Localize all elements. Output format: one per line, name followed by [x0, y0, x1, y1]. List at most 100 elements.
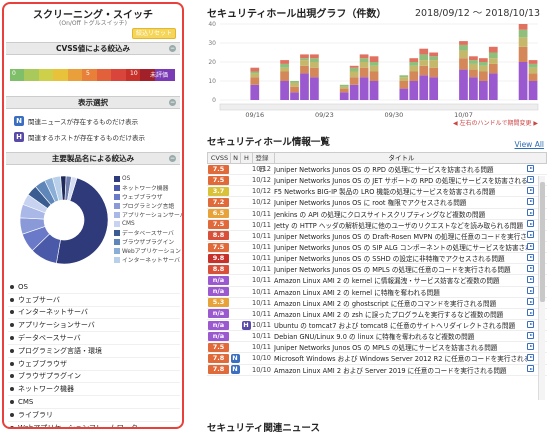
legend-item[interactable]: データベースサーバ [114, 228, 182, 237]
collapse-icon[interactable]: − [169, 45, 176, 52]
open-detail-icon[interactable] [527, 342, 534, 350]
category-item[interactable]: OS [8, 281, 180, 294]
table-row[interactable]: 6.5 10/11 Jenkins の API の処理にクロスサイトスクリプティング… [207, 209, 547, 220]
row-title[interactable]: Jetty の HTTP ヘッダの解析処理に他のユーザのリクエストなどを読み取ら… [274, 220, 527, 230]
table-row[interactable]: n/a 10/11 Amazon Linux AMI 2 の kernel に特権を… [207, 287, 547, 298]
table-row[interactable]: 8.8 10/11 Juniper Networks Junos OS の MPLS… [207, 264, 547, 276]
row-title[interactable]: Amazon Linux AMI 2 および Server 2019 に任意のコ… [274, 365, 527, 375]
open-detail-icon[interactable] [527, 353, 534, 361]
table-row[interactable]: 7.5 10/12 Juniper Networks Junos OS の JET … [207, 175, 547, 187]
open-detail-icon[interactable] [527, 231, 534, 239]
product-filter-header[interactable]: 主要製品名による絞込み − [6, 152, 180, 165]
row-title[interactable]: Juniper Networks Junos OS に root 権限でアクセス… [274, 197, 527, 207]
open-detail-icon[interactable] [527, 298, 534, 306]
range-navigator[interactable] [219, 103, 539, 111]
row-title[interactable]: Juniper Networks Junos OS の MPLS の処理に任意の… [274, 264, 527, 274]
category-item[interactable]: ライブラリ [8, 409, 180, 422]
legend-item[interactable]: ネットワーク機器 [114, 183, 182, 192]
category-item[interactable]: Webアプリケーションフレームワーク [8, 422, 180, 427]
table-row[interactable]: 5.3 10/11 Amazon Linux AMI 2 の ghostscript… [207, 298, 547, 309]
open-detail-icon[interactable] [527, 220, 534, 228]
open-detail-icon[interactable] [527, 175, 534, 183]
table-row[interactable]: n/a 10/11 Debian GNU/Linux 9.0 の linux に特権… [207, 331, 547, 343]
display-select-header[interactable]: 表示選択 − [6, 96, 180, 109]
col-cvss[interactable]: CVSS [208, 153, 231, 163]
open-detail-icon[interactable] [527, 209, 534, 217]
row-title[interactable]: Amazon Linux AMI 2 の ghostscript に任意のコマン… [274, 298, 527, 308]
category-item[interactable]: ネットワーク機器 [8, 383, 180, 397]
collapse-icon[interactable]: − [169, 155, 176, 162]
category-item[interactable]: CMS [8, 396, 180, 409]
open-detail-icon[interactable] [527, 287, 534, 295]
open-detail-icon[interactable] [527, 186, 534, 194]
row-title[interactable]: Amazon Linux AMI 2 の kernel に情報漏洩・サービス妨害… [274, 275, 527, 285]
row-title[interactable]: Amazon Linux AMI 2 の kernel に特権を奪われる問題 [274, 287, 527, 297]
row-title[interactable]: Juniper Networks Junos OS の Draft-Rosen … [274, 231, 527, 241]
table-row[interactable]: n/a 10/11 Amazon Linux AMI 2 の zsh に誤ったプログ… [207, 309, 547, 320]
filter-host-toggle[interactable]: H 関連するホストが存在するものだけ表示 [14, 132, 145, 142]
open-detail-icon[interactable] [527, 197, 534, 205]
table-row[interactable]: n/a H 10/11 Ubuntu の tomcat7 および tomcat8 に任… [207, 320, 547, 332]
row-title[interactable]: Juniper Networks Junos OS の MPLS の処理にサービ… [274, 342, 527, 352]
table-row[interactable]: 7.5 10/11 Jetty の HTTP ヘッダの解析処理に他のユーザのリクエス… [207, 220, 547, 231]
table-scrollbar[interactable] [538, 176, 545, 400]
row-title[interactable]: F5 Networks BIG-IP 製品の LRO 機能の処理にサービスを妨害… [274, 186, 527, 196]
vulnerability-count-chart[interactable]: 01020304009/16 09/23 09/30 10/07 [198, 20, 546, 120]
filter-news-toggle[interactable]: N 関連ニュースが存在するものだけ表示 [14, 116, 138, 126]
table-row[interactable]: 3.7 10/12 F5 Networks BIG-IP 製品の LRO 機能の処理… [207, 186, 547, 198]
row-title[interactable]: Ubuntu の tomcat7 および tomcat8 に任意のサイトへリダイ… [274, 320, 527, 330]
category-item[interactable]: データベースサーバ [8, 332, 180, 345]
col-h[interactable]: H [241, 153, 253, 163]
legend-item[interactable]: ブラウザプラグイン [114, 237, 182, 246]
table-row[interactable]: 8.8 10/11 Juniper Networks Junos OS の Draf… [207, 231, 547, 242]
category-item[interactable]: ウェブサーバ [8, 294, 180, 307]
legend-item[interactable]: ウェブブラウザ [114, 192, 182, 201]
category-item[interactable]: ブラウザプラグイン [8, 371, 180, 384]
open-detail-icon[interactable] [527, 164, 534, 172]
open-detail-icon[interactable] [527, 253, 534, 261]
open-detail-icon[interactable] [527, 309, 534, 317]
open-detail-icon[interactable] [527, 242, 534, 250]
legend-item[interactable]: OS [114, 174, 182, 183]
news-badge-icon[interactable]: N [230, 353, 240, 363]
open-detail-icon[interactable] [527, 275, 534, 283]
open-detail-icon[interactable] [527, 331, 534, 339]
col-n[interactable]: N [231, 153, 241, 163]
legend-item[interactable]: プログラミング言語 [114, 201, 182, 210]
col-date[interactable]: 登録日 [253, 153, 275, 173]
row-title[interactable]: Microsoft Windows および Windows Server 201… [274, 353, 527, 363]
row-title[interactable]: Jenkins の API の処理にクロスサイトスクリプティングなど複数の問題 [274, 209, 527, 219]
category-item[interactable]: インターネットサーバ [8, 307, 180, 320]
category-item[interactable]: アプリケーションサーバ [8, 319, 180, 333]
category-item[interactable]: プログラミング言語・環境 [8, 345, 180, 358]
table-row[interactable]: 7.5 10/11 Juniper Networks Junos OS の MPLS… [207, 342, 547, 354]
row-title[interactable]: Juniper Networks Junos OS の RPD の処理にサービス… [274, 164, 527, 174]
col-title[interactable]: タイトル [275, 153, 528, 163]
open-detail-icon[interactable] [527, 365, 534, 373]
open-detail-icon[interactable] [527, 264, 534, 272]
table-row[interactable]: 7.2 10/12 Juniper Networks Junos OS に root… [207, 197, 547, 209]
reset-filter-button[interactable]: 絞込リセット [132, 28, 176, 39]
scroll-thumb[interactable] [540, 182, 545, 302]
collapse-icon[interactable]: − [169, 99, 176, 106]
host-badge-icon[interactable]: H [241, 320, 251, 330]
table-row[interactable]: 7.8 N 10/10 Amazon Linux AMI 2 および Server 2… [207, 365, 547, 376]
product-donut-chart[interactable] [18, 174, 110, 266]
row-title[interactable]: Juniper Networks Junos OS の SIP ALG コンポー… [274, 242, 527, 252]
cvss-filter-header[interactable]: CVSS値による絞込み − [6, 42, 180, 55]
open-detail-icon[interactable] [527, 320, 534, 328]
table-row[interactable]: 9.8 10/11 Juniper Networks Junos OS の SSHD… [207, 253, 547, 265]
category-item[interactable]: ウェブブラウザ [8, 358, 180, 371]
legend-item[interactable]: CMS [114, 219, 182, 228]
legend-item[interactable]: Webアプリケーション [114, 246, 182, 255]
legend-item[interactable]: アプリケーションサーバ [114, 210, 182, 219]
row-title[interactable]: Juniper Networks Junos OS の JET サポートの RP… [274, 175, 527, 185]
table-row[interactable]: 7.8 N 10/10 Microsoft Windows および Windows S… [207, 353, 547, 365]
legend-item[interactable]: インターネットサーバ [114, 255, 182, 264]
view-all-link[interactable]: View All [515, 140, 544, 149]
table-row[interactable]: n/a 10/11 Amazon Linux AMI 2 の kernel に情報漏… [207, 275, 547, 287]
news-badge-icon[interactable]: N [230, 365, 240, 375]
row-title[interactable]: Debian GNU/Linux 9.0 の linux に特権を奪われるなど複… [274, 331, 527, 341]
row-title[interactable]: Amazon Linux AMI 2 の zsh に誤ったプログラムを実行するな… [274, 309, 527, 319]
row-title[interactable]: Juniper Networks Junos OS の SSHD の設定に非特権… [274, 253, 527, 263]
